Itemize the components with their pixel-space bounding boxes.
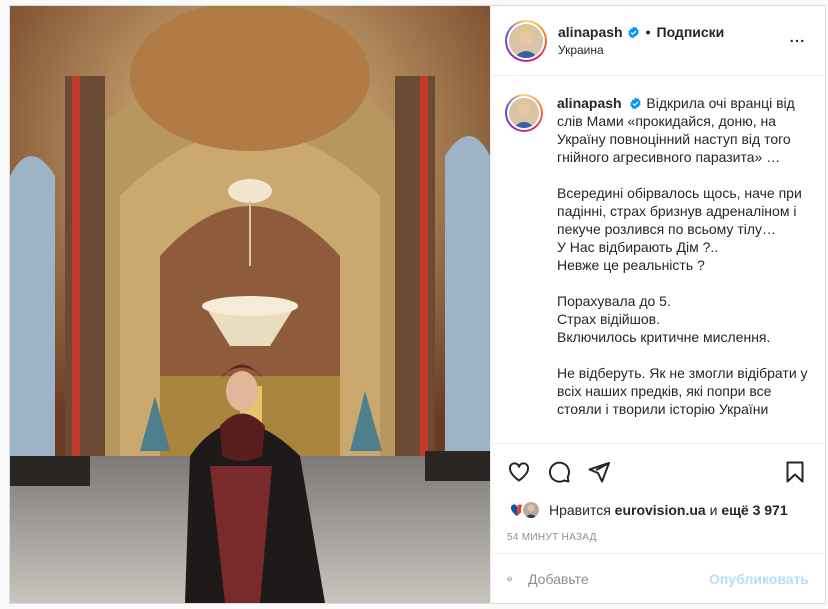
caption-line: Не відберуть. Як не змогли відібрати у в…	[557, 365, 808, 417]
likes-count[interactable]: ещё 3 971	[721, 502, 787, 518]
caption-line: Невже це реальність ?	[557, 257, 705, 273]
likes-prefix: Нравится	[549, 502, 611, 518]
emoji-icon[interactable]	[507, 567, 512, 591]
following-button[interactable]: Подписки	[657, 24, 725, 40]
caption-avatar[interactable]	[505, 94, 543, 132]
likes-summary: Нравится eurovision.ua и ещё 3 971	[507, 500, 788, 520]
share-icon[interactable]	[587, 460, 611, 484]
action-section: Нравится eurovision.ua и ещё 3 971 54 МИ…	[491, 443, 825, 603]
caption-line: Всередині обірвалось щось, наче при паді…	[557, 185, 802, 237]
more-options-icon[interactable]	[787, 32, 807, 50]
comment-bar: Опубликовать	[491, 553, 825, 603]
church-interior-photo	[10, 6, 490, 603]
author-username[interactable]: alinapash	[558, 24, 623, 40]
caption-text: alinapash Відкрила очі вранці від слів М…	[557, 94, 811, 443]
post-sidebar: alinapash • Подписки Украина alinapash В…	[490, 6, 825, 603]
header-separator: •	[645, 24, 651, 40]
post-photo[interactable]	[10, 6, 490, 603]
liker-username[interactable]: eurovision.ua	[615, 502, 706, 518]
author-avatar[interactable]	[505, 19, 547, 62]
post-timestamp[interactable]: 54 МИНУТ НАЗАД	[507, 532, 597, 543]
bookmark-icon[interactable]	[783, 460, 807, 484]
caption-section: alinapash Відкрила очі вранці від слів М…	[491, 76, 825, 443]
caption-line: Включилось критичне мислення.	[557, 329, 771, 345]
liker-avatar[interactable]	[521, 500, 541, 520]
caption-line: У Нас відбирають Дім ?..	[557, 239, 719, 255]
caption-line: Страх відійшов.	[557, 311, 660, 327]
post-header: alinapash • Подписки Украина	[491, 6, 825, 76]
post-location[interactable]: Украина	[558, 43, 724, 57]
comment-icon[interactable]	[547, 460, 571, 484]
post-modal: alinapash • Подписки Украина alinapash В…	[9, 5, 826, 604]
verified-icon	[627, 26, 639, 38]
likes-middle: и	[709, 502, 718, 518]
caption-username[interactable]: alinapash	[557, 95, 622, 111]
caption-line: Порахувала до 5.	[557, 293, 671, 309]
verified-icon	[630, 97, 642, 110]
comment-input[interactable]	[528, 570, 710, 587]
publish-button[interactable]: Опубликовать	[709, 571, 809, 587]
heart-icon[interactable]	[507, 460, 531, 484]
